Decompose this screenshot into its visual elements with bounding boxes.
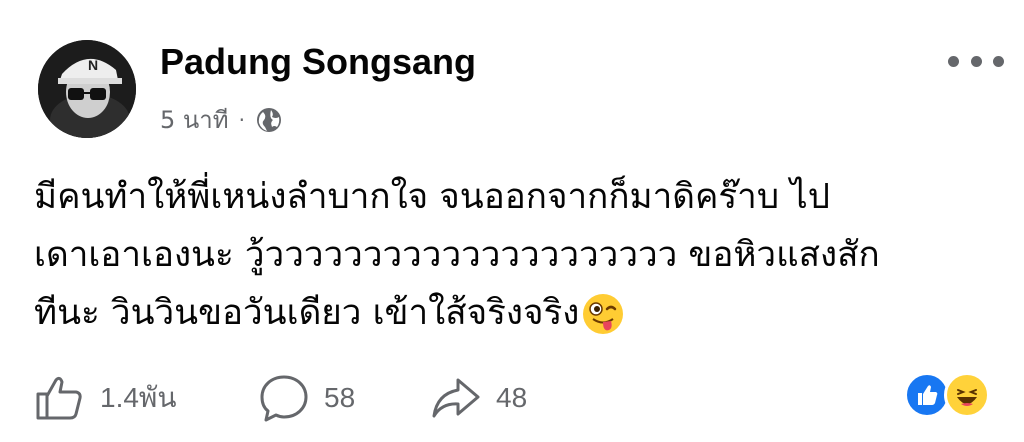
more-options-button[interactable] bbox=[948, 44, 1004, 78]
haha-reaction-icon bbox=[944, 372, 990, 418]
share-button[interactable]: 48 bbox=[430, 370, 527, 426]
winking-face-tongue-emoji bbox=[583, 294, 624, 334]
svg-text:N: N bbox=[88, 57, 98, 73]
post-body: มีคนทำให้พี่เหน่งลำบากใจ จนออกจากก็มาดิค… bbox=[34, 177, 880, 333]
author-name[interactable]: Padung Songsang bbox=[160, 38, 476, 86]
post-actions: 1.4พัน 58 48 bbox=[34, 370, 994, 426]
more-dot bbox=[970, 55, 982, 67]
post-time[interactable]: 5 นาที bbox=[160, 100, 229, 140]
thumbs-up-icon bbox=[36, 376, 82, 420]
share-count: 48 bbox=[496, 382, 528, 413]
like-count: 1.4พัน bbox=[100, 382, 177, 413]
meta-separator: · bbox=[238, 108, 245, 132]
comment-count: 58 bbox=[324, 382, 356, 413]
more-dot bbox=[948, 55, 959, 67]
author-avatar[interactable]: N bbox=[38, 40, 136, 138]
reaction-summary[interactable] bbox=[904, 372, 996, 420]
avatar-image: N bbox=[38, 40, 136, 138]
share-arrow-icon bbox=[432, 378, 480, 418]
more-dot bbox=[993, 55, 1004, 67]
like-button[interactable]: 1.4พัน bbox=[34, 370, 177, 426]
globe-icon[interactable] bbox=[255, 106, 283, 134]
post-text: มีคนทำให้พี่เหน่งลำบากใจ จนออกจากก็มาดิค… bbox=[34, 168, 1004, 342]
comment-button[interactable]: 58 bbox=[258, 370, 355, 426]
comment-icon bbox=[260, 375, 308, 422]
post-meta: 5 นาที · bbox=[160, 100, 283, 140]
